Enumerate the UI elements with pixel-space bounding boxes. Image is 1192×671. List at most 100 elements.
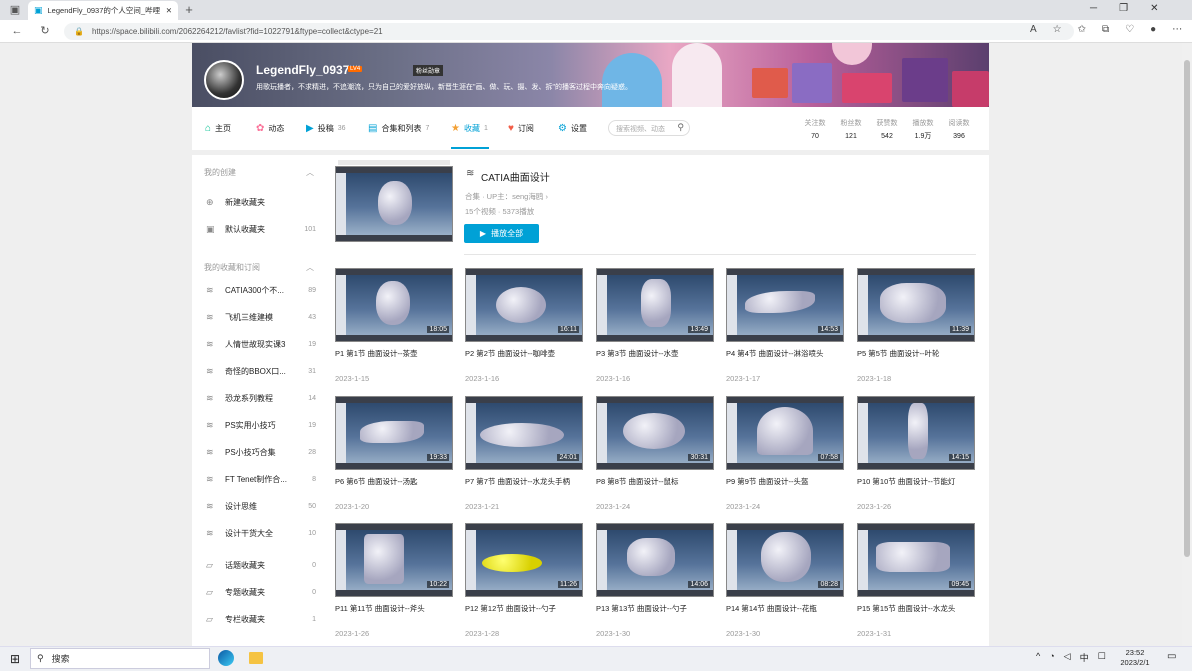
new-tab-icon[interactable]: +	[182, 3, 196, 17]
video-title[interactable]: P9 第9节 曲面设计--头盔	[726, 476, 844, 487]
sidebar-item[interactable]: ≋ 设计干货大全 10	[206, 528, 316, 539]
sidebar-item-label: 设计思维	[225, 502, 257, 511]
minimize-icon[interactable]: ─	[1090, 3, 1097, 14]
video-thumbnail[interactable]: 13:49	[596, 268, 714, 342]
video-thumbnail[interactable]: 14:15	[857, 396, 975, 470]
video-thumbnail[interactable]: 14:53	[726, 268, 844, 342]
chevron-up-icon[interactable]: ︿	[306, 167, 314, 178]
favorites-count: 1	[483, 125, 488, 132]
close-tab-icon[interactable]: ✕	[166, 6, 172, 15]
address-bar[interactable]: 🔒 https://space.bilibili.com/2062264212/…	[64, 23, 1074, 40]
video-thumbnail[interactable]: 18:05	[335, 268, 453, 342]
video-title[interactable]: P1 第1节 曲面设计--茶壶	[335, 348, 453, 359]
favorites-list-icon[interactable]: ✩	[1078, 24, 1086, 35]
clock[interactable]: 23:52 2023/2/1	[1110, 648, 1160, 668]
extensions-icon[interactable]: ♡	[1125, 24, 1134, 35]
more-icon[interactable]: ⋯	[1172, 24, 1182, 35]
sidebar-item[interactable]: ≋ PS实用小技巧 19	[206, 420, 316, 431]
back-icon[interactable]: ←	[10, 24, 24, 38]
folder-cover[interactable]	[335, 166, 453, 242]
video-thumbnail[interactable]: 07:58	[726, 396, 844, 470]
sidebar-item[interactable]: ▱ 专栏收藏夹 1	[206, 614, 316, 625]
cover-stack-decoration	[338, 160, 450, 165]
video-title[interactable]: P6 第6节 曲面设计--汤匙	[335, 476, 453, 487]
tab-subscriptions[interactable]: ♥ 订阅	[508, 123, 534, 134]
video-thumbnail[interactable]: 19:33	[335, 396, 453, 470]
sidebar-item[interactable]: ≋ 飞机三维建模 43	[206, 312, 316, 323]
tab-upload[interactable]: ▶ 投稿 36	[306, 123, 346, 134]
maximize-icon[interactable]: ❐	[1119, 3, 1128, 14]
sidebar-item[interactable]: ⊕ 新建收藏夹	[206, 197, 316, 208]
chevron-up-icon[interactable]: ^	[1036, 651, 1040, 664]
tab-collections[interactable]: ▤ 合集和列表 7	[368, 123, 429, 134]
close-window-icon[interactable]: ✕	[1150, 3, 1158, 14]
video-title[interactable]: P5 第5节 曲面设计--叶轮	[857, 348, 975, 359]
collections-icon[interactable]: ⧉	[1102, 24, 1109, 35]
file-explorer-icon[interactable]	[249, 652, 263, 664]
sidebar-item[interactable]: ≋ CATIA300个不... 89	[206, 285, 316, 296]
search-icon[interactable]: ⚲	[677, 122, 684, 133]
refresh-icon[interactable]: ↻	[38, 24, 52, 38]
my-subscribed-header[interactable]: 我的收藏和订阅 ︿	[204, 262, 314, 273]
volume-icon[interactable]: ◁	[1064, 651, 1071, 664]
ime-indicator[interactable]: 中	[1080, 651, 1089, 664]
sidebar-item[interactable]: ≋ 人情世故现实课3 19	[206, 339, 316, 350]
video-title[interactable]: P11 第11节 曲面设计--斧头	[335, 603, 453, 614]
video-thumbnail[interactable]: 30:31	[596, 396, 714, 470]
video-title[interactable]: P3 第3节 曲面设计--水壶	[596, 348, 714, 359]
video-thumbnail[interactable]: 10:22	[335, 523, 453, 597]
sidebar-item[interactable]: ≋ FT Tenet制作合... 8	[206, 474, 316, 485]
video-title[interactable]: P12 第12节 曲面设计--勺子	[465, 603, 583, 614]
sidebar-item[interactable]: ≋ 奇怪的BBOX口... 31	[206, 366, 316, 377]
avatar[interactable]	[204, 60, 244, 100]
wifi-icon[interactable]: ◔	[1049, 651, 1054, 664]
stat-following[interactable]: 关注数 70	[800, 117, 830, 143]
video-title[interactable]: P10 第10节 曲面设计--节能灯	[857, 476, 975, 487]
video-thumbnail[interactable]: 14:06	[596, 523, 714, 597]
video-thumbnail[interactable]: 24:01	[465, 396, 583, 470]
tab-settings[interactable]: ⚙ 设置	[558, 123, 587, 134]
sidebar-item[interactable]: ▣ 默认收藏夹 101	[206, 224, 316, 235]
sidebar-item[interactable]: ≋ PS小技巧合集 28	[206, 447, 316, 458]
fan-medal-badge[interactable]: 粉丝勋章	[413, 65, 444, 76]
folder-meta[interactable]: 合集 · UP主：seng海鸥 ›	[465, 191, 548, 202]
username[interactable]: LegendFly_0937	[256, 63, 349, 77]
video-thumbnail[interactable]: 08:28	[726, 523, 844, 597]
tab-favorites[interactable]: ★ 收藏 1	[451, 123, 488, 134]
video-title[interactable]: P4 第4节 曲面设计--淋浴喷头	[726, 348, 844, 359]
video-duration: 11:26	[558, 581, 579, 588]
video-title[interactable]: P15 第15节 曲面设计--水龙头	[857, 603, 975, 614]
scrollbar-thumb[interactable]	[1184, 60, 1190, 557]
video-title[interactable]: P13 第13节 曲面设计--勺子	[596, 603, 714, 614]
video-title[interactable]: P8 第8节 曲面设计--鼠标	[596, 476, 714, 487]
chevron-up-icon[interactable]: ︿	[306, 262, 314, 273]
tab-home[interactable]: ⌂ 主页	[205, 123, 231, 134]
video-thumbnail[interactable]: 16:11	[465, 268, 583, 342]
favorite-icon[interactable]: ☆	[1053, 24, 1062, 35]
sidebar-item-count: 0	[312, 589, 316, 596]
play-all-button[interactable]: ▶ 播放全部	[464, 224, 539, 243]
stat-followers[interactable]: 粉丝数 121	[836, 117, 866, 143]
sidebar-item[interactable]: ▱ 专题收藏夹 0	[206, 587, 316, 598]
taskbar-search[interactable]: ⚲ 搜索	[30, 648, 210, 669]
sidebar-item[interactable]: ▱ 话题收藏夹 0	[206, 560, 316, 571]
video-thumbnail[interactable]: 11:39	[857, 268, 975, 342]
sidebar-item[interactable]: ≋ 恐龙系列教程 14	[206, 393, 316, 404]
tab-actions-icon[interactable]: ▣	[8, 3, 22, 17]
read-aloud-icon[interactable]: A	[1030, 24, 1037, 35]
notification-icon[interactable]: ▭	[1167, 651, 1176, 662]
edge-app-icon[interactable]	[218, 650, 234, 666]
video-title[interactable]: P2 第2节 曲面设计--咖啡壶	[465, 348, 583, 359]
space-search-input[interactable]: 搜索视频、动态 ⚲	[608, 120, 690, 136]
video-thumbnail[interactable]: 11:26	[465, 523, 583, 597]
my-created-header[interactable]: 我的创建 ︿	[204, 167, 314, 178]
browser-tab[interactable]: ▣ LegendFly_0937的个人空间_哔哩 ✕	[28, 1, 178, 20]
sidebar-item[interactable]: ≋ 设计思维 50	[206, 501, 316, 512]
profile-icon[interactable]: ●	[1150, 24, 1156, 35]
video-title[interactable]: P14 第14节 曲面设计--花瓶	[726, 603, 844, 614]
windows-start-icon[interactable]: ⊞	[10, 652, 20, 666]
tab-dynamic[interactable]: ✿ 动态	[256, 123, 284, 134]
video-title[interactable]: P7 第7节 曲面设计--水龙头手柄	[465, 476, 583, 487]
video-thumbnail[interactable]: 09:45	[857, 523, 975, 597]
ime-mode-icon[interactable]: ☐	[1098, 651, 1106, 664]
